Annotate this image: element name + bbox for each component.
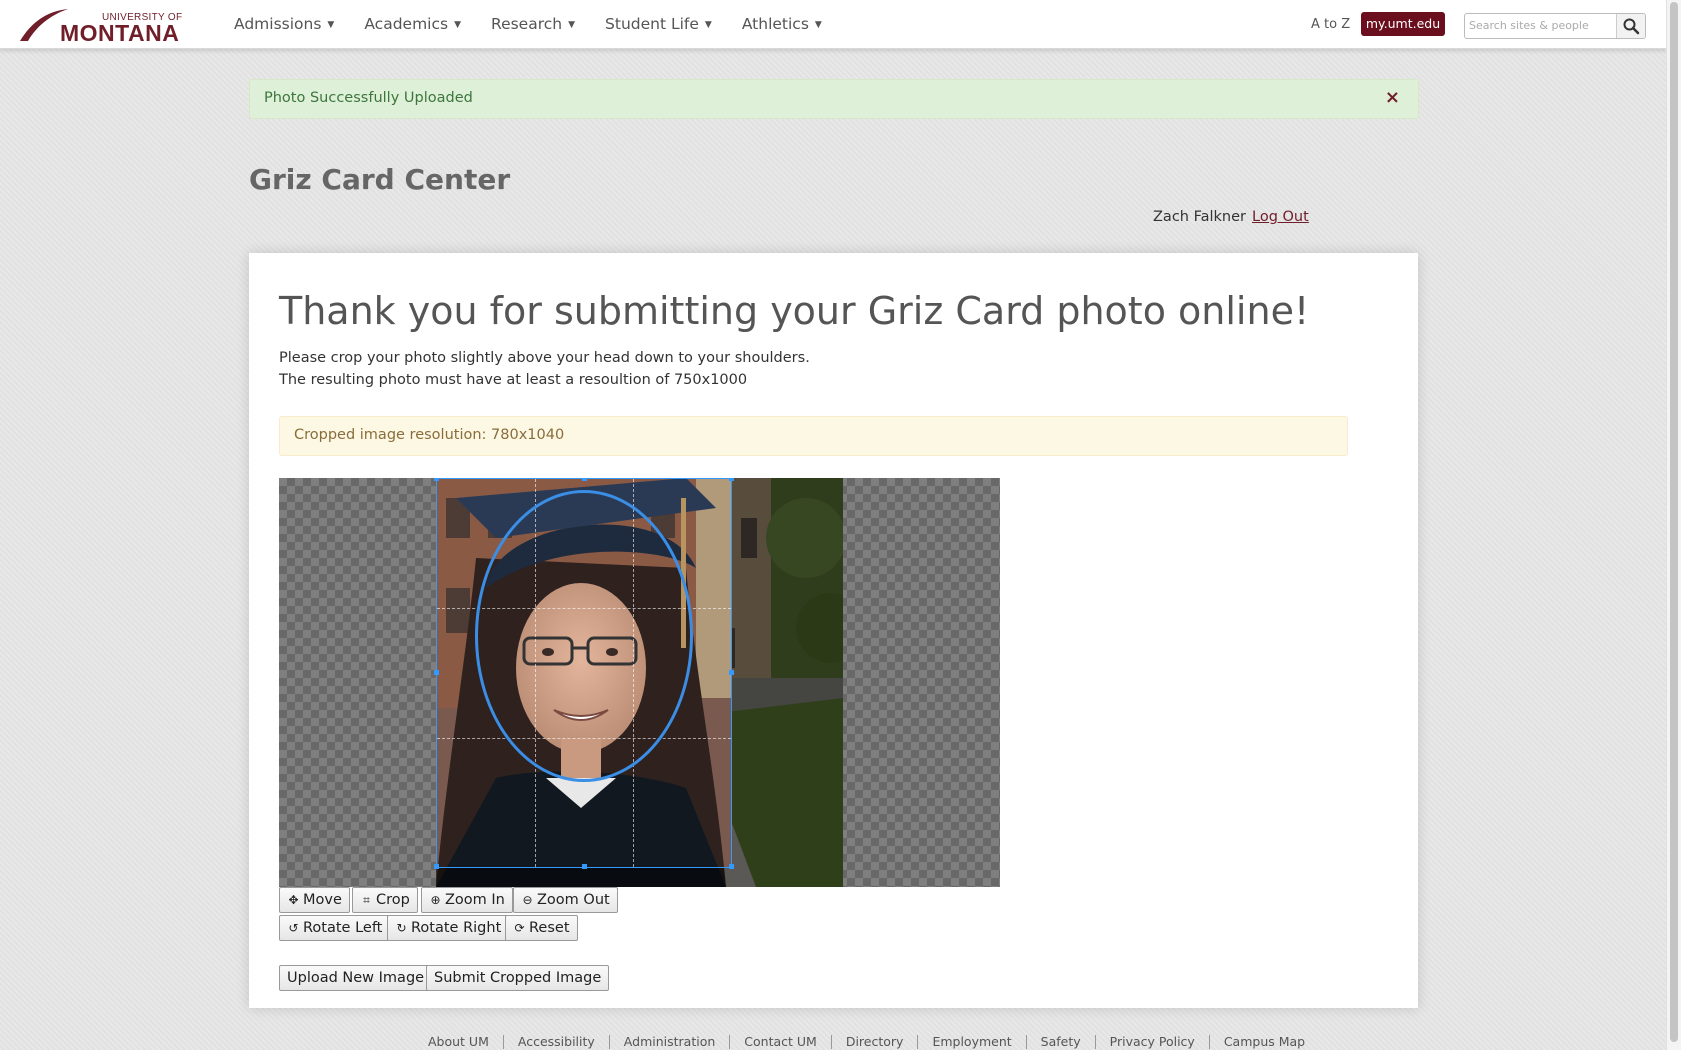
site-search [1464, 13, 1646, 39]
crop-handle-sw[interactable] [434, 864, 439, 869]
caret-down-icon: ▼ [704, 20, 712, 30]
reset-icon: ⟳ [514, 921, 525, 935]
page-scrollbar[interactable] [1666, 0, 1681, 1050]
rotate-right-button-label: Rotate Right [411, 920, 502, 936]
zoom-out-button-label: Zoom Out [537, 892, 610, 908]
crop-icon: ⌗ [363, 893, 370, 907]
face-guide-ellipse [475, 490, 693, 782]
alert-message: Photo Successfully Uploaded [264, 90, 473, 106]
main-nav: Admissions ▼ Academics ▼ Research ▼ Student… [219, 0, 837, 48]
nav-admissions[interactable]: Admissions ▼ [219, 0, 349, 48]
reset-button-label: Reset [529, 920, 570, 936]
nav-academics-label: Academics [364, 15, 449, 33]
close-icon[interactable]: × [1385, 87, 1400, 108]
move-icon: ✥ [288, 893, 299, 907]
rotate-left-button[interactable]: ↺ Rotate Left [279, 915, 391, 941]
instruction-line-2: The resulting photo must have at least a… [279, 372, 748, 388]
panel-heading: Thank you for submitting your Griz Card … [279, 289, 1310, 333]
nav-athletics-label: Athletics [741, 15, 809, 33]
crop-button-label: Crop [376, 892, 410, 908]
footer-link-privacy[interactable]: Privacy Policy [1096, 1035, 1210, 1049]
search-button[interactable] [1616, 14, 1645, 38]
instruction-line-1: Please crop your photo slightly above yo… [279, 350, 810, 366]
nav-athletics[interactable]: Athletics ▼ [727, 0, 837, 48]
top-navbar: UNIVERSITY OF MONTANA Admissions ▼ Academ… [0, 0, 1667, 49]
crop-handle-ne[interactable] [729, 478, 734, 481]
image-cropper[interactable] [279, 478, 1000, 887]
zoom-in-icon: ⊕ [430, 893, 441, 907]
upload-success-alert: Photo Successfully Uploaded × [249, 79, 1419, 119]
nav-student-life[interactable]: Student Life ▼ [590, 0, 727, 48]
search-input[interactable] [1465, 14, 1615, 36]
crop-handle-se[interactable] [729, 864, 734, 869]
crop-handle-s[interactable] [582, 864, 587, 869]
footer-link-contact[interactable]: Contact UM [730, 1035, 832, 1049]
zoom-out-button[interactable]: ⊖ Zoom Out [513, 887, 618, 913]
footer-link-directory[interactable]: Directory [832, 1035, 919, 1049]
crop-button[interactable]: ⌗ Crop [352, 887, 418, 913]
a-to-z-link[interactable]: A to Z [1311, 17, 1350, 32]
caret-down-icon: ▼ [327, 20, 335, 30]
nav-admissions-label: Admissions [234, 15, 322, 33]
nav-research[interactable]: Research ▼ [476, 0, 590, 48]
move-button-label: Move [303, 892, 342, 908]
footer-links: About UM Accessibility Administration Co… [428, 1035, 1319, 1049]
zoom-in-button-label: Zoom In [445, 892, 505, 908]
rotate-right-icon: ↻ [396, 921, 407, 935]
zoom-in-button[interactable]: ⊕ Zoom In [421, 887, 513, 913]
footer-link-employment[interactable]: Employment [918, 1035, 1027, 1049]
crop-handle-e[interactable] [729, 670, 734, 675]
footer-link-about[interactable]: About UM [428, 1035, 504, 1049]
move-button[interactable]: ✥ Move [279, 887, 350, 913]
scrollbar-thumb[interactable] [1670, 2, 1678, 1042]
footer-link-campus-map[interactable]: Campus Map [1210, 1035, 1319, 1049]
um-logo[interactable]: UNIVERSITY OF MONTANA [20, 7, 186, 45]
footer-link-safety[interactable]: Safety [1027, 1035, 1096, 1049]
search-icon [1623, 18, 1640, 35]
crop-selection[interactable] [436, 478, 732, 868]
nav-research-label: Research [491, 15, 563, 33]
my-umt-button[interactable]: my.umt.edu [1361, 12, 1445, 36]
rotate-left-button-label: Rotate Left [303, 920, 383, 936]
footer-link-accessibility[interactable]: Accessibility [504, 1035, 610, 1049]
zoom-out-icon: ⊖ [522, 893, 533, 907]
caret-down-icon: ▼ [814, 20, 822, 30]
caret-down-icon: ▼ [568, 20, 576, 30]
resolution-alert: Cropped image resolution: 780x1040 [279, 416, 1348, 456]
crop-handle-n[interactable] [582, 478, 587, 481]
submit-cropped-image-button[interactable]: Submit Cropped Image [426, 965, 610, 991]
rotate-right-button[interactable]: ↻ Rotate Right [387, 915, 510, 941]
page-title: Griz Card Center [249, 163, 511, 196]
reset-button[interactable]: ⟳ Reset [505, 915, 578, 941]
main-panel: Thank you for submitting your Griz Card … [249, 253, 1418, 1008]
crop-handle-w[interactable] [434, 670, 439, 675]
nav-student-life-label: Student Life [605, 15, 699, 33]
upload-new-image-button[interactable]: Upload New Image [279, 965, 433, 991]
footer-link-administration[interactable]: Administration [610, 1035, 731, 1049]
rotate-left-icon: ↺ [288, 921, 299, 935]
nav-academics[interactable]: Academics ▼ [349, 0, 476, 48]
crop-handle-nw[interactable] [434, 478, 439, 481]
caret-down-icon: ▼ [454, 20, 461, 30]
user-name: Zach Falkner [1153, 209, 1246, 225]
logout-link[interactable]: Log Out [1252, 209, 1309, 225]
resolution-text: Cropped image resolution: 780x1040 [294, 427, 565, 443]
logo-montana: MONTANA [60, 20, 180, 46]
